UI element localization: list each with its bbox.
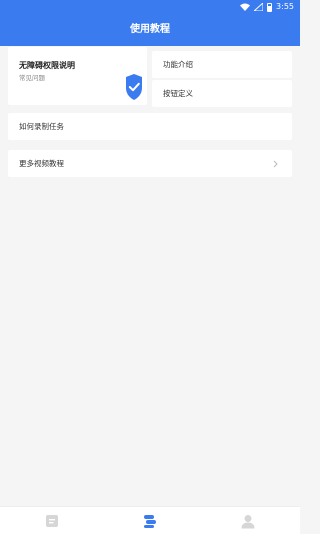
status-time: 3:55 xyxy=(276,2,294,11)
app-header: 3:55 使用教程 xyxy=(0,0,300,46)
app: 3:55 使用教程 无障碍权限说明 常见问题 功能介绍 按钮定义 如何录制任务 … xyxy=(0,0,300,534)
accessibility-permission-card[interactable]: 无障碍权限说明 常见问题 xyxy=(8,47,147,105)
nav-tutorial-icon[interactable] xyxy=(142,513,158,529)
list-item-label: 更多视频教程 xyxy=(19,159,64,168)
button-definition-label: 按钮定义 xyxy=(163,89,193,98)
chevron-right-icon xyxy=(273,160,278,168)
list-item-record-task[interactable]: 如何录制任务 xyxy=(8,113,292,140)
feature-intro-label: 功能介绍 xyxy=(163,60,193,69)
accessibility-card-title: 无障碍权限说明 xyxy=(19,61,75,70)
nav-list-icon[interactable] xyxy=(44,513,60,529)
button-definition-card[interactable]: 按钮定义 xyxy=(152,80,292,107)
signal-icon xyxy=(254,3,264,11)
accessibility-card-subtitle: 常见问题 xyxy=(19,74,45,82)
status-bar: 3:55 xyxy=(240,1,294,13)
shield-check-icon xyxy=(126,74,142,100)
feature-intro-card[interactable]: 功能介绍 xyxy=(152,51,292,78)
bottom-nav xyxy=(0,506,300,534)
list-item-label: 如何录制任务 xyxy=(19,122,64,131)
battery-icon xyxy=(267,2,273,12)
nav-user-icon[interactable] xyxy=(240,513,256,529)
wifi-icon xyxy=(240,3,251,11)
list-item-more-videos[interactable]: 更多视频教程 xyxy=(8,150,292,177)
page-title: 使用教程 xyxy=(130,24,170,35)
